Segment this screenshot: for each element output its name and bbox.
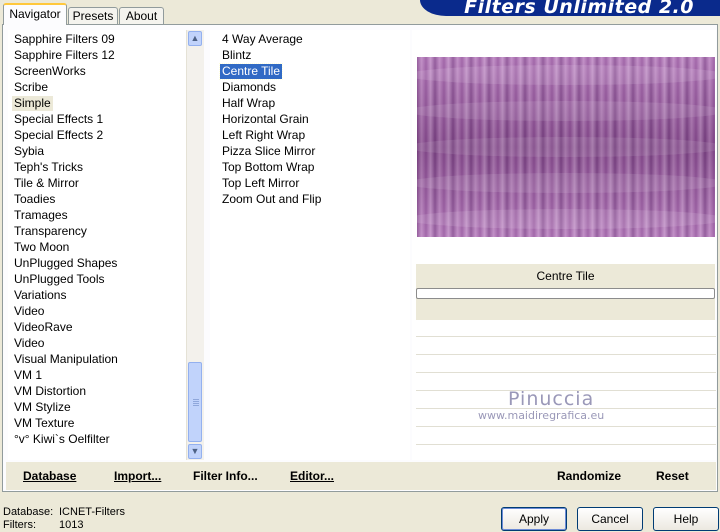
tab-about[interactable]: About <box>119 7 164 24</box>
database-status-label: Database: <box>3 506 54 518</box>
category-item[interactable]: ScreenWorks <box>12 64 88 79</box>
category-item[interactable]: UnPlugged Tools <box>12 272 107 287</box>
import-button[interactable]: Import... <box>114 469 161 483</box>
banner-title: Filters Unlimited 2.0 <box>464 0 694 18</box>
filter-info-button[interactable]: Filter Info... <box>193 469 258 483</box>
scroll-thumb[interactable] <box>188 362 202 442</box>
category-item[interactable]: Video <box>12 336 46 351</box>
category-item[interactable]: VM Distortion <box>12 384 88 399</box>
help-button[interactable]: Help <box>653 507 719 531</box>
scroll-down-icon[interactable]: ▼ <box>188 444 202 459</box>
product-banner: Filters Unlimited 2.0 <box>420 0 720 18</box>
editor-label: Editor... <box>290 469 335 483</box>
category-item[interactable]: Tramages <box>12 208 70 223</box>
filter-item[interactable]: Centre Tile <box>218 63 284 80</box>
watermark-name: Pinuccia <box>508 388 595 410</box>
preview-image <box>417 57 715 237</box>
category-item[interactable]: Special Effects 1 <box>12 112 105 127</box>
category-item[interactable]: Transparency <box>12 224 89 239</box>
category-item[interactable]: Visual Manipulation <box>12 352 120 367</box>
category-item[interactable]: Toadies <box>12 192 57 207</box>
filter-item[interactable]: Left Right Wrap <box>220 128 307 143</box>
database-status-value: ICNET-Filters <box>59 506 125 518</box>
filter-item[interactable]: 4 Way Average <box>220 32 305 47</box>
progress-bar <box>416 288 715 299</box>
category-item[interactable]: Two Moon <box>12 240 71 255</box>
randomize-button[interactable]: Randomize <box>557 469 621 483</box>
category-item[interactable]: Sapphire Filters 12 <box>12 48 117 63</box>
import-label: Import... <box>114 469 162 483</box>
apply-button[interactable]: Apply <box>501 507 567 531</box>
category-item[interactable]: VM Texture <box>12 416 76 431</box>
category-item[interactable]: Video <box>12 304 46 319</box>
filter-item[interactable]: Top Bottom Wrap <box>220 160 316 175</box>
database-button[interactable]: Database <box>23 469 76 483</box>
filters-count-value: 1013 <box>59 519 84 531</box>
cancel-button[interactable]: Cancel <box>577 507 643 531</box>
category-item[interactable]: Teph's Tricks <box>12 160 85 175</box>
tab-presets[interactable]: Presets <box>68 7 118 24</box>
filter-item[interactable]: Diamonds <box>220 80 278 95</box>
category-list[interactable]: Sapphire Filters 09 Sapphire Filters 12 Sc… <box>8 30 186 460</box>
category-item[interactable]: Special Effects 2 <box>12 128 105 143</box>
category-item[interactable]: Sybia <box>12 144 46 159</box>
editor-button[interactable]: Editor... <box>290 469 334 483</box>
category-item[interactable]: VM Stylize <box>12 400 73 415</box>
category-item[interactable]: Sapphire Filters 09 <box>12 32 117 47</box>
filter-info-label: Filter Info... <box>193 469 258 483</box>
filter-list[interactable]: 4 Way Average Blintz Centre Tile Diamonds Ha… <box>210 30 410 460</box>
filter-item[interactable]: Half Wrap <box>220 96 277 111</box>
database-label: Database <box>23 469 77 483</box>
category-item[interactable]: °v° Kiwi`s Oelfilter <box>12 432 112 447</box>
filters-count-label: Filters: <box>3 519 36 531</box>
filter-item[interactable]: Blintz <box>220 48 253 63</box>
category-item[interactable]: UnPlugged Shapes <box>12 256 119 271</box>
category-item[interactable]: Scribe <box>12 80 50 95</box>
filter-item[interactable]: Zoom Out and Flip <box>220 192 323 207</box>
preview-pattern <box>417 57 715 237</box>
category-item[interactable]: Variations <box>12 288 68 303</box>
category-item[interactable]: VM 1 <box>12 368 44 383</box>
watermark-url: www.maidiregrafica.eu <box>478 409 605 422</box>
filter-item[interactable]: Top Left Mirror <box>220 176 301 191</box>
category-item[interactable]: VideoRave <box>12 320 75 335</box>
preview-filter-name: Centre Tile <box>536 269 595 283</box>
category-scrollbar[interactable]: ▲ ▼ <box>186 30 204 460</box>
filter-item[interactable]: Horizontal Grain <box>220 112 311 127</box>
category-item[interactable]: Simple <box>12 96 53 111</box>
scroll-up-icon[interactable]: ▲ <box>188 31 202 46</box>
category-item[interactable]: Tile & Mirror <box>12 176 81 191</box>
tab-navigator[interactable]: Navigator <box>3 3 67 25</box>
reset-button[interactable]: Reset <box>656 469 689 483</box>
filter-item[interactable]: Pizza Slice Mirror <box>220 144 317 159</box>
